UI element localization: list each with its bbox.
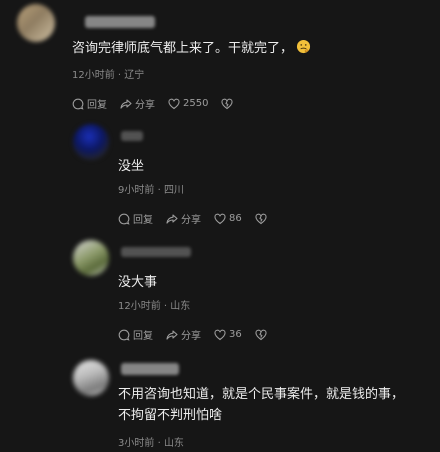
reply-button[interactable]: 回复 bbox=[72, 96, 107, 111]
broken-heart-icon bbox=[255, 329, 267, 340]
location: 山东 bbox=[170, 301, 191, 312]
comment-text-line-2: 不拘留不判刑怕啥 bbox=[118, 408, 223, 423]
reply-label: 回复 bbox=[133, 331, 153, 342]
share-label: 分享 bbox=[181, 215, 201, 226]
timestamp: 9小时前 bbox=[118, 185, 155, 196]
timestamp: 12小时前 bbox=[72, 70, 115, 81]
timestamp: 12小时前 bbox=[118, 301, 161, 312]
reply-button[interactable]: 回复 bbox=[118, 327, 153, 342]
like-count: 86 bbox=[229, 213, 242, 224]
timestamp: 3小时前 bbox=[118, 438, 155, 449]
share-button[interactable]: 分享 bbox=[166, 327, 201, 342]
like-button[interactable]: 2550 bbox=[168, 98, 208, 110]
avatar[interactable] bbox=[17, 4, 55, 42]
like-button[interactable]: 86 bbox=[214, 213, 242, 225]
location: 山东 bbox=[163, 438, 184, 449]
reply-icon bbox=[118, 329, 130, 341]
location: 四川 bbox=[163, 185, 184, 196]
share-icon bbox=[120, 98, 132, 109]
share-icon bbox=[166, 329, 178, 340]
dislike-button[interactable] bbox=[255, 213, 267, 225]
broken-heart-icon bbox=[221, 98, 234, 109]
comment-text: 咨询完律师底气都上来了。干就完了， bbox=[72, 38, 311, 59]
heart-icon bbox=[214, 213, 226, 224]
location: 辽宁 bbox=[124, 70, 145, 81]
comment-meta: 3小时前 · 山东 bbox=[118, 434, 184, 449]
meta-separator: · bbox=[117, 70, 122, 81]
heart-icon bbox=[214, 329, 226, 340]
comment-text: 不用咨询也知道，就是个民事案件，就是钱的事， 不拘留不判刑怕啥 bbox=[118, 384, 404, 426]
comment-actions: 回复 分享 86 bbox=[118, 211, 280, 226]
share-icon bbox=[166, 213, 178, 224]
like-count: 2550 bbox=[183, 98, 209, 109]
reply-icon bbox=[118, 213, 130, 225]
avatar[interactable] bbox=[73, 240, 109, 276]
comment-3: 没大事 12小时前 · 山东 回复 分享 36 bbox=[0, 236, 440, 354]
meta-separator: · bbox=[157, 185, 161, 196]
username-redacted[interactable] bbox=[121, 131, 143, 141]
comment-text-content: 咨询完律师底气都上来了。干就完了， bbox=[72, 41, 294, 56]
comment-text: 没大事 bbox=[118, 275, 158, 290]
meta-separator: · bbox=[157, 438, 161, 449]
comment-meta: 9小时前 · 四川 bbox=[118, 181, 184, 196]
share-label: 分享 bbox=[181, 331, 201, 342]
avatar[interactable] bbox=[73, 124, 109, 160]
comment-meta: 12小时前 · 辽宁 bbox=[72, 66, 144, 81]
meta-separator: · bbox=[163, 301, 168, 312]
avatar[interactable] bbox=[73, 360, 109, 396]
share-label: 分享 bbox=[135, 100, 155, 111]
username-redacted[interactable] bbox=[121, 363, 179, 375]
reply-label: 回复 bbox=[87, 100, 107, 111]
comment-meta: 12小时前 · 山东 bbox=[118, 297, 190, 312]
dislike-button[interactable] bbox=[255, 329, 267, 341]
dislike-button[interactable] bbox=[221, 98, 234, 110]
broken-heart-icon bbox=[255, 213, 267, 224]
share-button[interactable]: 分享 bbox=[120, 96, 155, 111]
like-count: 36 bbox=[229, 329, 242, 340]
reply-button[interactable]: 回复 bbox=[118, 211, 153, 226]
comment-actions: 回复 分享 36 bbox=[118, 327, 280, 342]
thinking-face-emoji-icon bbox=[296, 39, 311, 54]
comment-1: 咨询完律师底气都上来了。干就完了， 12小时前 · 辽宁 回复 分享 2550 bbox=[0, 0, 440, 118]
reply-icon bbox=[72, 98, 84, 110]
username-redacted[interactable] bbox=[121, 247, 191, 257]
comment-4: 不用咨询也知道，就是个民事案件，就是钱的事， 不拘留不判刑怕啥 3小时前 · 山… bbox=[0, 354, 440, 452]
comment-text-line-1: 不用咨询也知道，就是个民事案件，就是钱的事， bbox=[118, 387, 405, 402]
comment-actions: 回复 分享 2550 bbox=[72, 96, 246, 111]
share-button[interactable]: 分享 bbox=[166, 211, 201, 226]
heart-icon bbox=[168, 98, 180, 109]
reply-label: 回复 bbox=[133, 215, 153, 226]
comment-text: 没坐 bbox=[118, 159, 145, 174]
comment-2: 没坐 9小时前 · 四川 回复 分享 86 bbox=[0, 118, 440, 236]
username-redacted[interactable] bbox=[85, 16, 155, 28]
like-button[interactable]: 36 bbox=[214, 329, 242, 341]
